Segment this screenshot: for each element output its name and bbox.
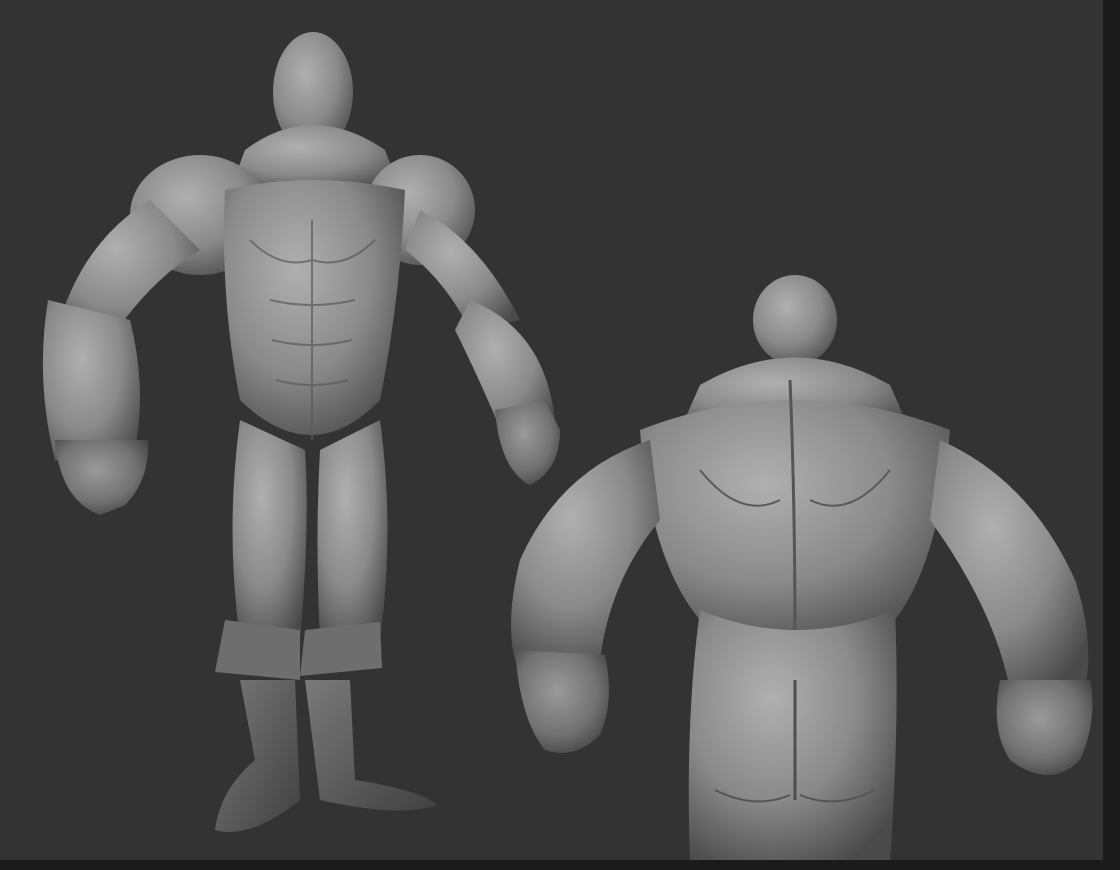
app-frame bbox=[0, 0, 1120, 870]
back-right-arm bbox=[930, 440, 1089, 690]
sculpt-viewport[interactable] bbox=[0, 0, 1103, 860]
front-left-boot bbox=[215, 680, 300, 832]
front-right-cuff bbox=[300, 622, 382, 676]
front-left-cuff bbox=[215, 620, 300, 680]
front-right-leg bbox=[317, 420, 388, 640]
front-right-boot bbox=[305, 680, 438, 811]
sculpt-scene bbox=[42, 32, 1093, 860]
front-left-hand bbox=[55, 440, 149, 515]
back-left-hand bbox=[515, 650, 609, 753]
back-right-hand bbox=[996, 680, 1093, 775]
front-right-hand bbox=[495, 400, 560, 485]
back-lower bbox=[688, 610, 897, 860]
back-figure bbox=[511, 275, 1093, 860]
back-head bbox=[753, 275, 837, 365]
front-torso bbox=[224, 180, 405, 435]
front-figure bbox=[42, 32, 560, 832]
front-left-leg bbox=[232, 420, 307, 640]
